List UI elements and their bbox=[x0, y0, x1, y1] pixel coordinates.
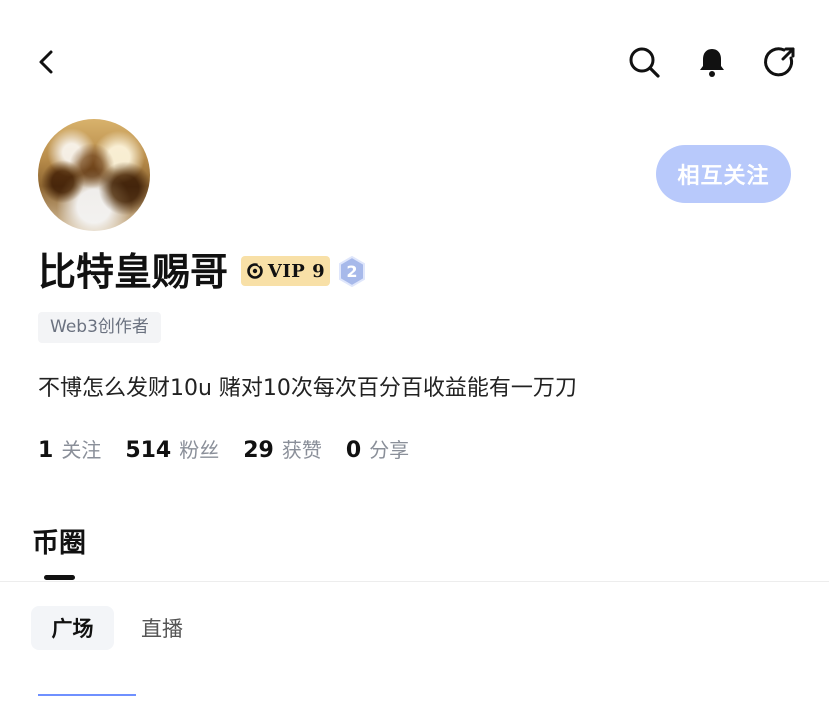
section-divider bbox=[0, 581, 829, 582]
stat-count: 29 bbox=[243, 438, 274, 463]
level-number: 2 bbox=[346, 262, 358, 281]
share-icon bbox=[764, 47, 795, 77]
subtab-live[interactable]: 直播 bbox=[128, 606, 196, 650]
display-name: 比特皇赐哥 bbox=[38, 250, 229, 294]
vip-label: VIP 9 bbox=[267, 260, 326, 282]
mutual-follow-button[interactable]: 相互关注 bbox=[656, 145, 791, 203]
search-icon bbox=[629, 47, 660, 78]
stat-count: 514 bbox=[125, 438, 172, 463]
stat-following[interactable]: 1 关注 bbox=[38, 434, 101, 463]
stat-label: 分享 bbox=[369, 438, 410, 462]
bell-icon bbox=[700, 49, 724, 77]
stat-followers[interactable]: 514 粉丝 bbox=[125, 434, 219, 463]
stat-shares[interactable]: 0 分享 bbox=[346, 434, 409, 463]
stat-label: 粉丝 bbox=[179, 438, 220, 462]
chevron-left-icon bbox=[39, 50, 53, 74]
stat-label: 获赞 bbox=[281, 438, 322, 462]
search-button[interactable] bbox=[624, 42, 664, 82]
stat-likes[interactable]: 29 获赞 bbox=[243, 434, 322, 463]
profile-stats: 1 关注 514 粉丝 29 获赞 0 分享 bbox=[38, 434, 409, 463]
stat-count: 1 bbox=[38, 438, 54, 463]
tab-coin-circle[interactable]: 币圈 bbox=[32, 521, 86, 560]
level-badge: 2 bbox=[338, 256, 366, 287]
share-button[interactable] bbox=[760, 42, 800, 82]
notification-button[interactable] bbox=[692, 42, 732, 82]
stat-label: 关注 bbox=[61, 438, 102, 462]
subtab-square[interactable]: 广场 bbox=[31, 606, 114, 650]
creator-tag: Web3创作者 bbox=[38, 312, 161, 343]
top-bar bbox=[0, 0, 829, 120]
back-button[interactable] bbox=[28, 42, 64, 82]
content-preview-edge bbox=[38, 694, 136, 704]
vip-icon bbox=[247, 262, 263, 279]
avatar[interactable] bbox=[38, 119, 150, 231]
profile-bio: 不博怎么发财10u 赌对10次每次百分百收益能有一万刀 bbox=[38, 376, 577, 401]
active-tab-indicator bbox=[44, 575, 75, 580]
vip-badge: VIP 9 bbox=[241, 256, 330, 286]
stat-count: 0 bbox=[345, 438, 362, 463]
